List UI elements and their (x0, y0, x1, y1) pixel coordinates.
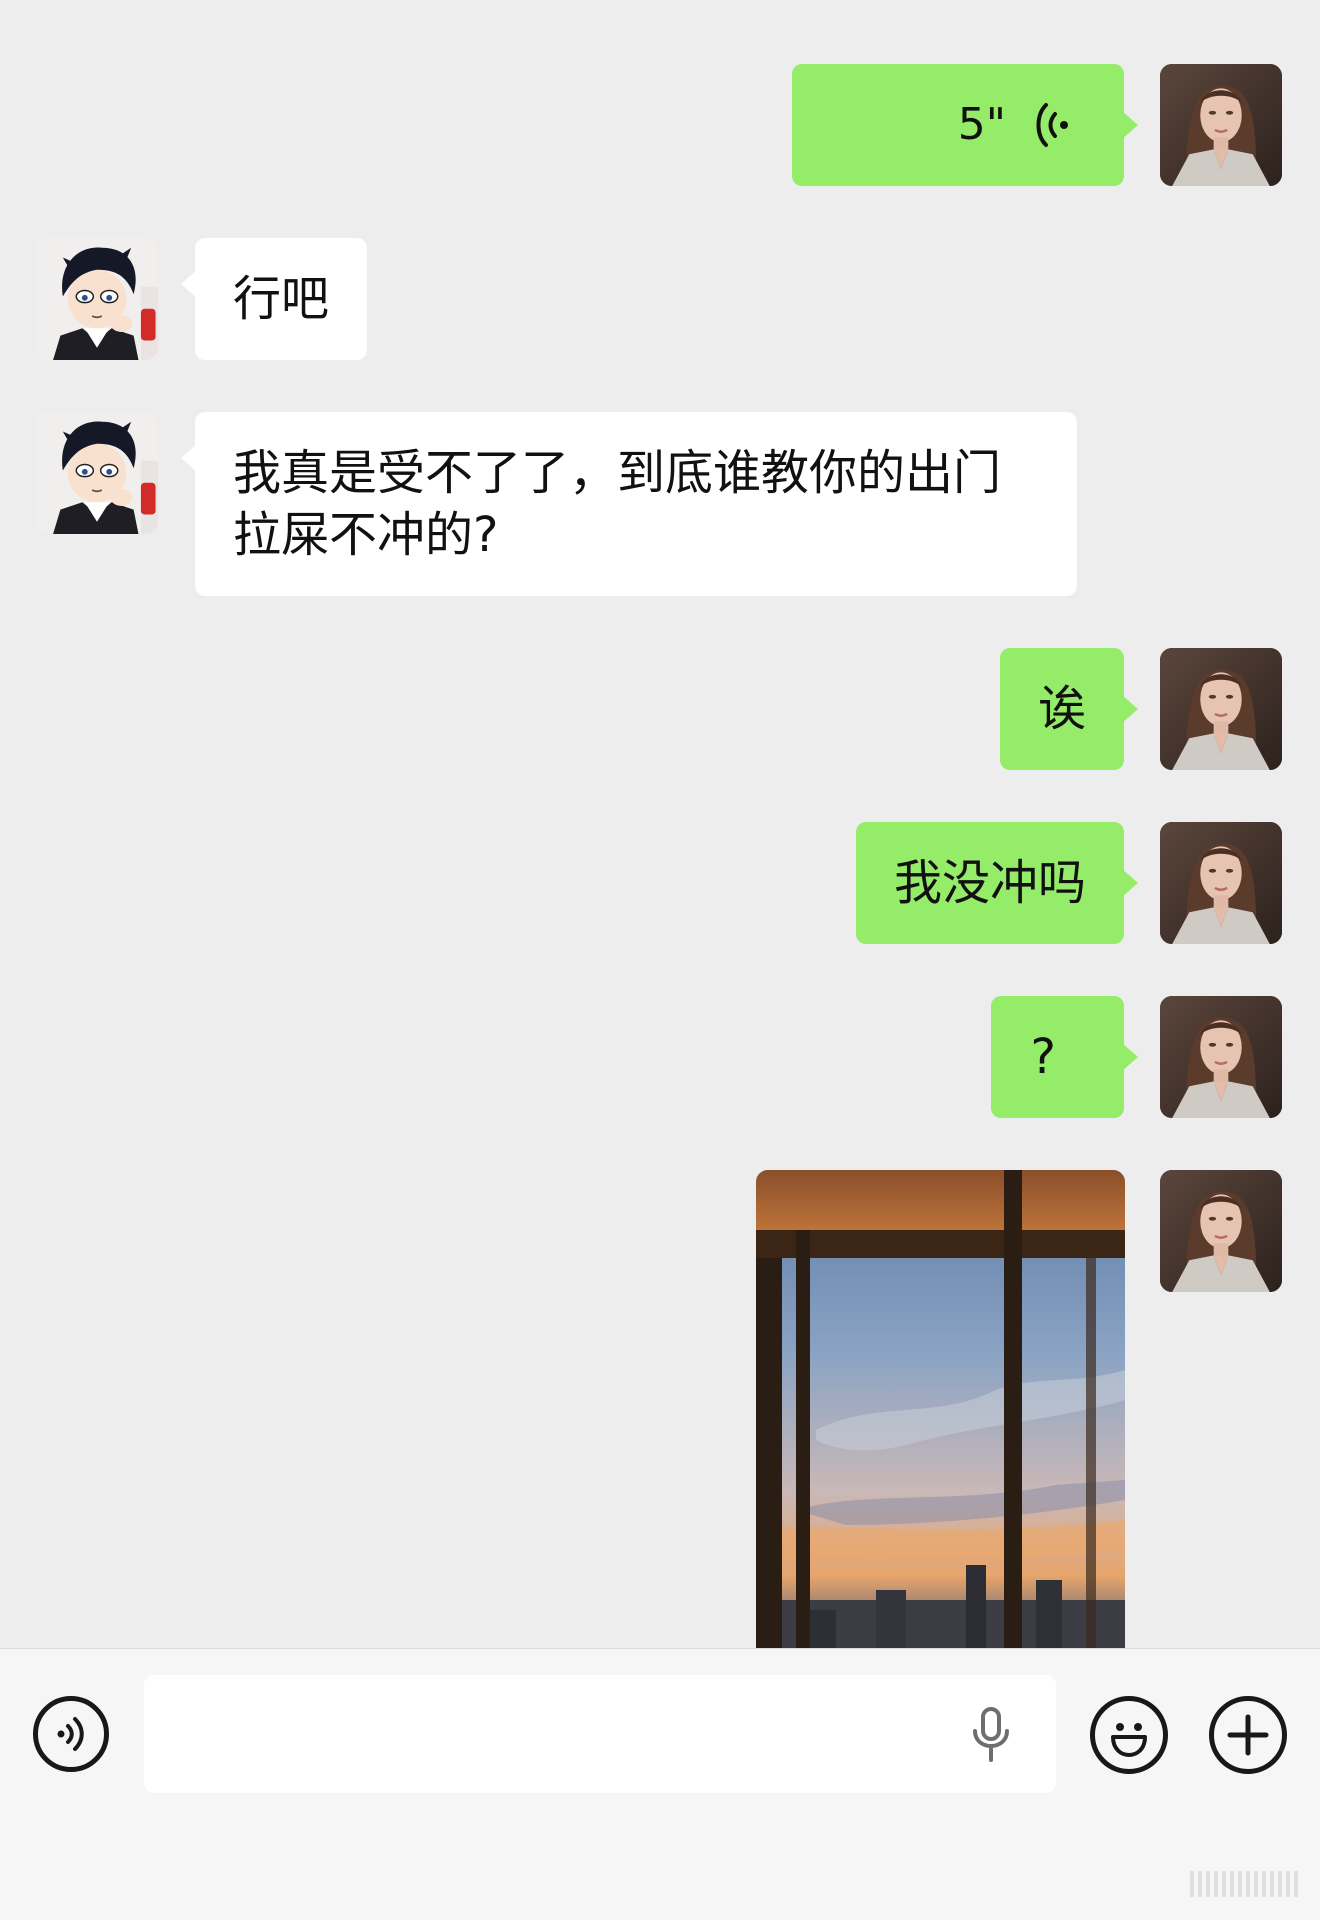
text-message-bubble[interactable]: ? (990, 996, 1139, 1118)
voice-wave-icon (1036, 103, 1068, 147)
my-avatar[interactable] (1160, 648, 1282, 770)
voice-toggle-button[interactable] (33, 1696, 109, 1772)
text-message-bubble[interactable]: 我真是受不了了，到底谁教你的出门 拉屎不冲的? (181, 412, 1077, 596)
emoji-icon (1111, 1723, 1147, 1757)
message-text-line: 我真是受不了了，到底谁教你的出门 (233, 445, 1002, 501)
emoji-button[interactable] (1090, 1696, 1168, 1774)
message-text: 行吧 (233, 271, 330, 327)
my-avatar[interactable] (1160, 64, 1282, 186)
woman-portrait-avatar (1160, 822, 1282, 944)
text-message-bubble[interactable]: 我没冲吗 (855, 822, 1139, 944)
home-indicator (1190, 1871, 1300, 1897)
plus-icon (1227, 1714, 1269, 1756)
image-message[interactable] (756, 1170, 1125, 1648)
cartoon-boy-avatar (36, 238, 158, 360)
message-text: ? (1030, 1029, 1056, 1085)
voice-message-bubble[interactable]: 5" (792, 64, 1138, 186)
voice-duration: 5" (957, 99, 1006, 150)
woman-portrait-avatar (1160, 996, 1282, 1118)
my-avatar[interactable] (1160, 996, 1282, 1118)
contact-avatar[interactable] (36, 412, 158, 534)
message-text-line: 拉屎不冲的? (233, 507, 499, 563)
my-avatar[interactable] (1160, 822, 1282, 944)
input-bar (0, 1648, 1320, 1920)
contact-avatar[interactable] (36, 238, 158, 360)
cartoon-boy-avatar (36, 412, 158, 534)
text-message-bubble[interactable]: 行吧 (180, 238, 368, 360)
my-avatar[interactable] (1160, 1170, 1282, 1292)
chat-area[interactable]: 5" 行吧 我真是受不了了，到底谁教你的出门 拉屎不冲的? 诶 我没冲吗 ? (0, 0, 1320, 1648)
woman-portrait-avatar (1160, 1170, 1282, 1292)
woman-portrait-avatar (1160, 648, 1282, 770)
more-button[interactable] (1209, 1696, 1287, 1774)
message-input[interactable] (144, 1675, 1056, 1793)
sunset-window-photo (756, 1170, 1125, 1648)
text-message-bubble[interactable]: 诶 (999, 648, 1139, 770)
message-text: 诶 (1037, 681, 1086, 737)
microphone-icon[interactable] (970, 1707, 1012, 1763)
woman-portrait-avatar (1160, 64, 1282, 186)
message-text: 我没冲吗 (893, 855, 1086, 911)
voice-mode-icon (57, 1717, 84, 1751)
